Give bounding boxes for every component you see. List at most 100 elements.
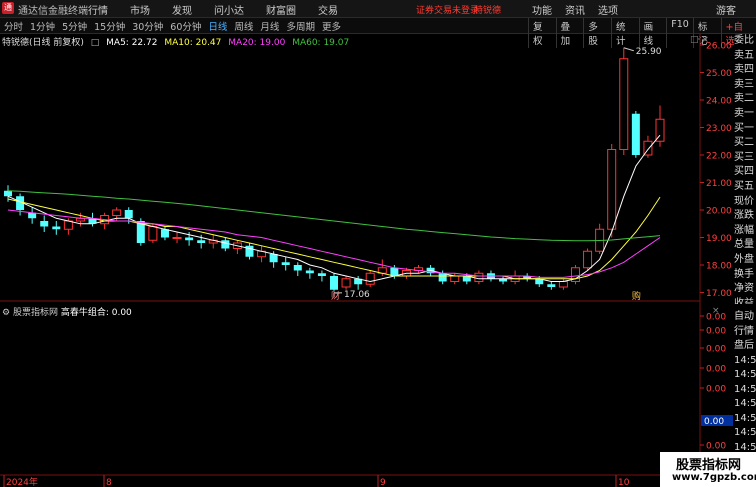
quote-label-16: 换手 <box>734 268 754 280</box>
ind-tick-label-3: 0.00 <box>706 365 726 375</box>
ma-line-ma5 <box>7 134 661 283</box>
candle-body-12 <box>148 226 158 241</box>
candle-body-24 <box>293 265 302 271</box>
ind-tick-label-5: 0.00 <box>706 442 726 452</box>
y-tick-label-4: 22.00 <box>706 152 732 162</box>
status-label-6: 14:50 <box>734 398 756 409</box>
ma-line-ma10 <box>7 196 661 280</box>
candle-body-27 <box>330 276 338 290</box>
y-tick-label-5: 21.00 <box>706 179 732 189</box>
status-label-1: 行情 <box>734 325 754 337</box>
high-annotation: 25.90 <box>636 47 662 57</box>
status-label-9: 14:50 <box>734 441 756 451</box>
indicator-formula: 高春牛组合: 0.00 <box>60 308 132 318</box>
candle-body-39 <box>474 272 484 282</box>
marker-gou: 购 <box>632 290 641 302</box>
indicator-gear-icon[interactable]: ⚙ <box>2 308 10 318</box>
candle-body-30 <box>365 272 375 285</box>
kline-chart[interactable]: 26.00 25.00 24.00 23.00 22.00 21.00 20.00 19.00… <box>0 0 756 487</box>
candle-body-10 <box>124 210 133 219</box>
watermark: 股票指标网 www.7gpzb.com <box>660 452 756 487</box>
candle-body-32 <box>390 267 399 276</box>
ma5-value: MA5: 22.72 <box>106 38 158 48</box>
status-label-7: 14:50 <box>734 412 756 424</box>
quote-label-3: 卖三 <box>734 78 754 90</box>
status-label-3: 14:50 <box>734 354 756 366</box>
quote-label-12: 涨跌 <box>734 210 754 222</box>
ind-tick-label-2: 0.00 <box>706 345 726 355</box>
status-label-8: 14:50 <box>734 427 756 438</box>
candle-body-48 <box>583 250 593 269</box>
candle-body-36 <box>438 273 447 282</box>
candle-body-9 <box>112 209 122 216</box>
status-panel: 自动行情盘后 14:50 14:50 14:50 14:50 14:50 14:50 14:5… <box>734 310 756 450</box>
candle-body-46 <box>558 281 568 288</box>
y-tick-label-2: 24.00 <box>706 97 732 107</box>
quote-panel: 委比 卖五 卖四 卖三 卖二 卖一 买一 买二 买三 买四 买五 现价 涨跌 涨幅 总量 外盘 换手 净资 收益 <box>734 34 756 304</box>
legend-dot-icon: □ <box>90 38 100 48</box>
candle-body-3 <box>40 221 49 227</box>
ind-tick-label-4: 0.00 <box>706 385 726 395</box>
stock-label: 特锐德(日线 前复权) <box>2 38 84 48</box>
quote-label-11: 现价 <box>734 195 754 207</box>
low-annotation: 17.06 <box>344 290 370 300</box>
y-tick-label-8: 18.00 <box>706 262 732 272</box>
ma-line-ma20 <box>7 209 661 278</box>
ind-tick-label-1: 0.00 <box>706 327 726 337</box>
quote-label-15: 外盘 <box>734 253 754 265</box>
indicator-value-label: 0.00 <box>704 417 724 427</box>
indicator-name[interactable]: 股票指标网 <box>13 308 58 318</box>
high-pointer <box>623 47 634 52</box>
quote-label-13: 涨幅 <box>734 224 754 236</box>
candle-body-16 <box>197 240 206 243</box>
quote-label-8: 买三 <box>734 151 754 163</box>
y-tick-label-6: 20.00 <box>706 207 732 217</box>
candle-body-13 <box>160 229 169 238</box>
candle-body-15 <box>185 237 194 241</box>
chart-window-controls[interactable]: □ × <box>690 35 709 45</box>
quote-label-0: 委比 <box>734 35 754 46</box>
watermark-url: www.7gpzb.com <box>672 472 756 483</box>
y-tick-label-9: 17.00 <box>706 289 732 299</box>
quote-label-7: 买二 <box>734 137 754 149</box>
candle-body-23 <box>281 262 290 265</box>
x-tick-label-3: 10 <box>618 478 630 487</box>
ma20-value: MA20: 19.00 <box>228 38 286 48</box>
quote-label-18: 收益 <box>734 297 754 304</box>
y-tick-label-3: 23.00 <box>706 124 732 134</box>
candle-body-45 <box>547 284 556 287</box>
candle-body-14 <box>172 237 182 239</box>
candle-body-37 <box>450 275 460 282</box>
indicator-legend: ⚙ 股票指标网 高春牛组合: 0.00 <box>2 305 132 318</box>
x-tick-label-2: 9 <box>380 478 386 487</box>
marker-cai: 财 <box>331 290 340 302</box>
status-label-4: 14:50 <box>734 369 756 380</box>
status-label-0: 自动 <box>734 311 754 322</box>
quote-label-5: 卖一 <box>734 107 754 119</box>
quote-label-6: 买一 <box>734 122 754 134</box>
status-label-2: 盘后 <box>734 340 754 351</box>
candle-body-22 <box>269 254 278 263</box>
candle-body-4 <box>52 226 61 230</box>
watermark-title: 股票指标网 <box>676 458 742 473</box>
quote-label-4: 卖二 <box>734 93 754 105</box>
indicator-close-icon[interactable]: × <box>712 306 720 316</box>
status-label-5: 14:50 <box>734 383 756 395</box>
quote-label-1: 卖五 <box>734 49 754 61</box>
quote-label-9: 买四 <box>734 166 754 178</box>
quote-label-17: 净资 <box>734 283 754 295</box>
x-tick-label-1: 8 <box>106 478 112 487</box>
candle-body-50 <box>607 149 617 230</box>
y-tick-label-0: 26.00 <box>706 42 732 52</box>
candle-body-0 <box>4 190 12 197</box>
ma-legend: 特锐德(日线 前复权) □ MA5: 22.72 MA10: 20.47 MA2… <box>2 35 353 48</box>
candle-body-51 <box>619 58 629 150</box>
candle-body-25 <box>305 270 314 274</box>
y-tick-label-1: 25.00 <box>706 69 732 79</box>
candle-body-28 <box>341 278 351 288</box>
candle-body-5 <box>63 220 73 230</box>
ma60-value: MA60: 19.07 <box>292 38 350 48</box>
candle-body-18 <box>221 240 230 249</box>
x-tick-label-0: 2024年 <box>6 476 38 487</box>
ma10-value: MA10: 20.47 <box>164 38 222 48</box>
